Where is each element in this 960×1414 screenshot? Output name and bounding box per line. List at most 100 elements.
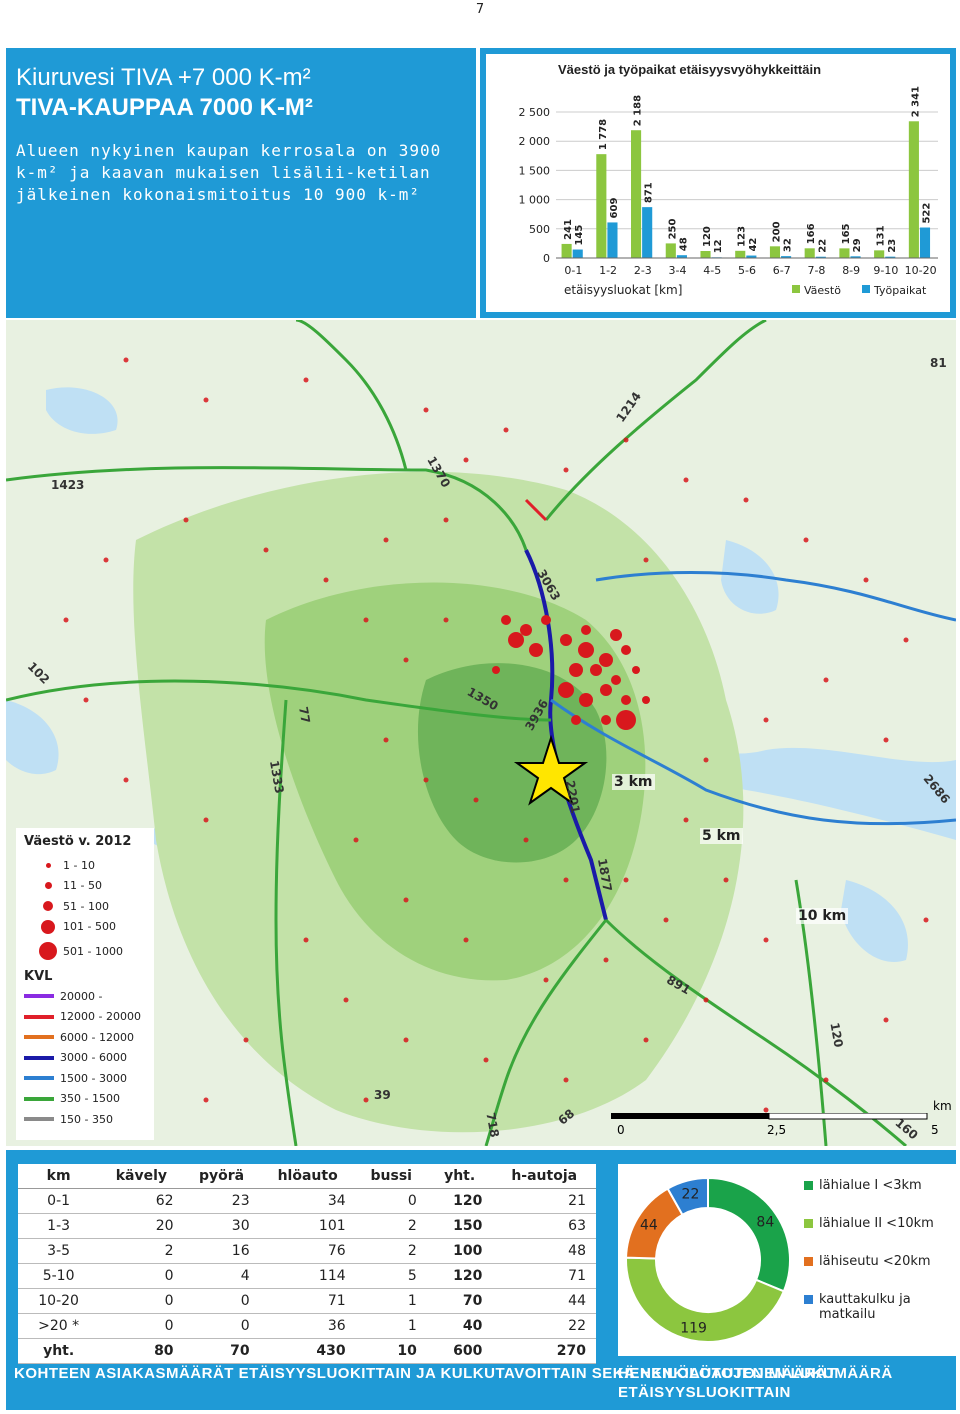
table-cell: 600 xyxy=(426,1338,493,1364)
table-cell: 150 xyxy=(426,1213,493,1239)
table-cell: 71 xyxy=(492,1263,596,1289)
legend-swatch xyxy=(804,1257,813,1266)
bar-vaesto xyxy=(596,154,607,258)
legend-item: 101 - 500 xyxy=(24,917,146,938)
table-cell: 114 xyxy=(259,1263,356,1289)
data-label: 1 778 xyxy=(598,119,609,150)
data-label: 200 xyxy=(771,221,782,242)
table-cell: 16 xyxy=(183,1238,260,1264)
x-tick-label: 6-7 xyxy=(773,264,791,277)
table-cell: 101 xyxy=(259,1213,356,1239)
x-tick-label: 2-3 xyxy=(634,264,652,277)
data-label: 123 xyxy=(737,226,748,247)
legend-swatch xyxy=(804,1181,813,1190)
table-header-cell: bussi xyxy=(355,1164,427,1189)
x-tick-label: 8-9 xyxy=(842,264,860,277)
table-cell: 0 xyxy=(183,1313,260,1339)
donut-legend-item: lähialue I <3km xyxy=(804,1178,952,1193)
table-cell: 1 xyxy=(355,1288,427,1314)
table-cell: >20 * xyxy=(18,1313,100,1339)
donut-legend-label: lähialue I <3km xyxy=(819,1178,922,1193)
bar-vaesto xyxy=(769,246,781,258)
table-cell: 0-1 xyxy=(18,1188,100,1214)
bar-vaesto xyxy=(874,250,885,258)
table-cell: 270 xyxy=(492,1338,596,1364)
map: 3 km 5 km 10 km 1423 1370 3063 1350 3936… xyxy=(6,320,956,1146)
table-row: yht. 80 70 430 10 600 270 xyxy=(18,1338,596,1364)
ring-label-10km: 10 km xyxy=(796,908,849,924)
legend-label: Väestö xyxy=(804,284,841,297)
scale-bar: 0 2,5 5 km xyxy=(611,1099,952,1143)
bar-vaesto xyxy=(908,121,919,258)
table-cell: 3-5 xyxy=(18,1238,100,1264)
kvl-label: 20000 - xyxy=(60,989,103,1003)
road-count: 77 xyxy=(296,705,313,725)
table-cell: 120 xyxy=(426,1263,493,1289)
ring-label-3km: 3 km xyxy=(612,774,655,790)
data-label: 2 341 xyxy=(910,86,921,117)
page-number: 7 xyxy=(475,2,485,17)
x-tick-label: 4-5 xyxy=(703,264,721,277)
table-header-cell: pyörä xyxy=(183,1164,260,1189)
y-tick-label: 0 xyxy=(543,252,550,265)
description-text: Alueen nykyinen kaupan kerrosala on 3900… xyxy=(16,141,442,204)
donut-value-label: 44 xyxy=(640,1217,658,1233)
donut-value-label: 119 xyxy=(680,1320,707,1336)
kvl-label: 12000 - 20000 xyxy=(60,1010,141,1024)
table-cell: 34 xyxy=(259,1188,356,1214)
data-label: 609 xyxy=(609,198,620,219)
legend-swatch xyxy=(804,1219,813,1228)
data-label: 2 188 xyxy=(633,95,644,126)
table-cell: 4 xyxy=(183,1263,260,1289)
legend-swatch xyxy=(792,285,800,293)
table-cell: 0 xyxy=(183,1288,260,1314)
data-label: 42 xyxy=(748,238,759,252)
legend-kvl-item: 1500 - 3000 xyxy=(24,1068,146,1089)
legend-population-title: Väestö v. 2012 xyxy=(24,834,132,849)
y-tick-label: 1 500 xyxy=(519,164,551,177)
donut-legend-item: kauttakulku ja matkailu xyxy=(804,1292,952,1322)
bar-vaesto xyxy=(631,130,642,258)
x-tick-label: 7-8 xyxy=(807,264,825,277)
table-cell: 100 xyxy=(426,1238,493,1264)
legend-item: 51 - 100 xyxy=(24,896,146,917)
donut-legend-item: lähialue II <10km xyxy=(804,1216,952,1231)
road-count: 39 xyxy=(374,1088,391,1102)
table-cell: 44 xyxy=(492,1288,596,1314)
page-subtitle: TIVA-KAUPPAA 7000 K-M² xyxy=(16,94,313,121)
table-row: 1-3 20 30 101 2 150 63 xyxy=(18,1213,596,1239)
table-cell: 40 xyxy=(426,1313,493,1339)
table-row: 10-20 0 0 71 1 70 44 xyxy=(18,1288,596,1314)
table-cell: 5 xyxy=(355,1263,427,1289)
table-cell: 1 xyxy=(355,1313,427,1339)
legend-swatch xyxy=(804,1295,813,1304)
bar-vaesto xyxy=(804,248,815,258)
x-tick-label: 9-10 xyxy=(873,264,898,277)
table-row: 3-5 2 16 76 2 100 48 xyxy=(18,1238,596,1264)
table-cell: 70 xyxy=(183,1338,260,1364)
data-label: 23 xyxy=(887,239,898,253)
kvl-label: 3000 - 6000 xyxy=(60,1051,127,1065)
table-cell: 48 xyxy=(492,1238,596,1264)
y-tick-label: 2 000 xyxy=(519,135,551,148)
legend-kvl-item: 350 - 1500 xyxy=(24,1089,146,1110)
legend-swatch xyxy=(862,285,870,293)
donut-legend-label: lähialue II <10km xyxy=(819,1216,934,1231)
donut-value-label: 84 xyxy=(756,1215,774,1231)
bar-tyopaikat xyxy=(607,222,618,258)
bar-tyopaikat xyxy=(642,207,653,258)
scale-label: 5 xyxy=(931,1123,939,1137)
bottom-panel: km kävely pyörä hlöauto bussi yht. h-autoja 0-… xyxy=(6,1150,956,1410)
data-label: 871 xyxy=(644,182,655,203)
table-cell: 1-3 xyxy=(18,1213,100,1239)
bar-vaesto xyxy=(735,250,746,258)
data-label: 22 xyxy=(817,239,828,253)
legend-kvl-item: 12000 - 20000 xyxy=(24,1007,146,1028)
table-header-cell: hlöauto xyxy=(259,1164,356,1189)
kvl-line-swatch xyxy=(24,1014,54,1019)
donut-chart: 84 119 44 22 xyxy=(625,1176,791,1343)
kvl-label: 6000 - 12000 xyxy=(60,1030,134,1044)
table-header-row: km kävely pyörä hlöauto bussi yht. h-autoja xyxy=(18,1164,596,1189)
y-tick-label: 1 000 xyxy=(519,194,551,207)
x-tick-label: 3-4 xyxy=(669,264,687,277)
